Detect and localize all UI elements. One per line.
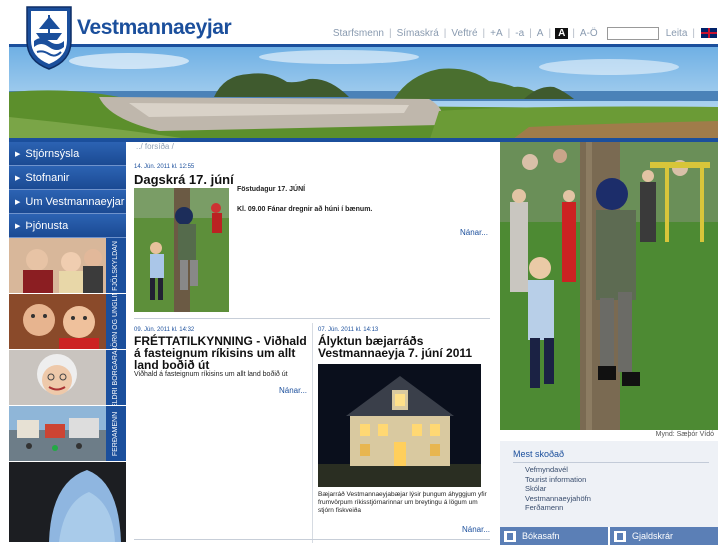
nav-item-label: Stofnanir: [25, 171, 70, 184]
nav-item-label: Þjónusta: [25, 219, 69, 232]
photo-caption: Mynd: Sæþór Vídó: [655, 431, 714, 438]
font-increase-link[interactable]: +A: [487, 28, 506, 39]
link-phonebook[interactable]: Símaskrá: [394, 28, 442, 39]
library-button[interactable]: Bókasafn: [500, 527, 608, 545]
divider: [134, 318, 490, 319]
article-title[interactable]: FRÉTTATILKYNNING - Viðhald á fasteignum …: [134, 335, 307, 371]
separator: |: [388, 27, 392, 39]
brand-name[interactable]: Vestmannaeyjar: [77, 16, 232, 40]
button-label: Gjaldskrár: [632, 531, 674, 541]
nav-item-stofnanir[interactable]: ▶ Stofnanir: [9, 166, 126, 190]
tile-family[interactable]: FJÖLSKYLDAN: [9, 238, 126, 294]
button-label: Bókasafn: [522, 531, 560, 541]
article-text: Bæjarráð Vestmannaeyjabæjar lýsir þungum…: [318, 491, 487, 514]
separator: |: [572, 27, 575, 39]
search-input[interactable]: [606, 26, 659, 40]
list-item[interactable]: Ferðamenn: [525, 503, 591, 513]
nav-item-thjonusta[interactable]: ▶ Þjónusta: [9, 214, 126, 238]
triangle-right-icon: ▶: [15, 198, 21, 206]
list-item[interactable]: Vestmannaeyjahöfn: [525, 494, 591, 504]
article-date: 14. Jún. 2011 kl. 12:55: [134, 164, 195, 170]
article-title[interactable]: Dagskrá 17. júní: [134, 172, 234, 187]
high-contrast-link[interactable]: A: [555, 27, 569, 39]
header: Vestmannaeyjar Starfsmenn | Símaskrá | V…: [0, 0, 727, 70]
breadcrumb[interactable]: ../ forsíða /: [136, 142, 174, 151]
nav-item-stjornsysla[interactable]: ▶ Stjórnsýsla: [9, 142, 126, 166]
tile-label: BÖRN OG UNGLINGAR: [112, 294, 119, 350]
triangle-right-icon: ▶: [15, 174, 21, 182]
triangle-right-icon: ▶: [15, 150, 21, 158]
divider: [513, 462, 709, 463]
main-content: ../ forsíða / 14. Jún. 2011 kl. 12:55 Da…: [133, 142, 493, 545]
search-button[interactable]: Leita: [663, 28, 691, 39]
article-text: Kl. 09.00 Fánar dregnir að húni í bænum.: [237, 206, 373, 213]
separator: |: [443, 27, 447, 39]
page: Vestmannaeyjar Starfsmenn | Símaskrá | V…: [0, 0, 727, 545]
tile-label: FERÐAMENN: [112, 411, 119, 456]
separator: |: [482, 27, 486, 39]
tile-label: FJÖLSKYLDAN: [112, 240, 119, 291]
link-sitemap[interactable]: Veftré: [448, 28, 480, 39]
read-more-link[interactable]: Nánar...: [279, 386, 307, 395]
article-image[interactable]: [134, 188, 229, 312]
divider: [134, 539, 490, 540]
font-decrease-link[interactable]: -a: [512, 28, 527, 39]
separator: |: [692, 27, 695, 39]
book-icon: [504, 530, 516, 542]
read-more-link[interactable]: Nánar...: [460, 228, 488, 237]
read-more-link[interactable]: Nánar...: [462, 525, 490, 534]
featured-photo: [500, 142, 718, 430]
article-text: Viðhald á fasteignum ríkisins um allt la…: [134, 371, 288, 378]
quick-buttons: Bókasafn Gjaldskrár: [500, 527, 718, 545]
article-image[interactable]: [318, 364, 481, 487]
list-item[interactable]: Skólar: [525, 484, 591, 494]
tariffs-button[interactable]: Gjaldskrár: [610, 527, 718, 545]
link-staff[interactable]: Starfsmenn: [330, 28, 387, 39]
cave-photo: [9, 462, 126, 542]
tile-children-youth[interactable]: BÖRN OG UNGLINGAR: [9, 294, 126, 350]
document-icon: [614, 530, 626, 542]
article-date: 09. Jún. 2011 kl. 14:32: [134, 327, 195, 333]
nav-item-label: Stjórnsýsla: [25, 147, 80, 160]
article-text: Föstudagur 17. JÚNÍ: [237, 186, 306, 193]
left-navigation: ▶ Stjórnsýsla ▶ Stofnanir ▶ Um Vestmanna…: [9, 142, 126, 542]
separator: |: [507, 27, 511, 39]
banner-image: [9, 44, 718, 139]
divider: [312, 323, 313, 543]
tile-seniors[interactable]: ELDRI BORGARAR: [9, 350, 126, 406]
link-a-to-z[interactable]: A-Ö: [577, 28, 601, 39]
most-viewed-box: Mest skoðað Vefmyndavél Tourist informat…: [500, 441, 718, 527]
coat-of-arms-logo[interactable]: [25, 5, 73, 71]
tile-label: ELDRI BORGARAR: [112, 350, 119, 406]
separator: |: [548, 27, 552, 39]
font-normal-link[interactable]: A: [534, 28, 547, 39]
separator: |: [529, 27, 532, 39]
list-item[interactable]: Tourist information: [525, 475, 591, 485]
tile-tourists[interactable]: FERÐAMENN: [9, 406, 126, 462]
article-title[interactable]: Ályktun bæjarráðs Vestmannaeyja 7. júní …: [318, 335, 493, 359]
most-viewed-title: Mest skoðað: [513, 449, 565, 459]
article-date: 07. Jún. 2011 kl. 14:13: [318, 327, 379, 333]
nav-item-label: Um Vestmannaeyjar: [25, 195, 125, 208]
most-viewed-list: Vefmyndavél Tourist information Skólar V…: [525, 465, 591, 513]
list-item[interactable]: Vefmyndavél: [525, 465, 591, 475]
triangle-right-icon: ▶: [15, 222, 21, 230]
top-links: Starfsmenn | Símaskrá | Veftré | +A | -a…: [330, 26, 717, 40]
nav-item-um-vestmannaeyjar[interactable]: ▶ Um Vestmannaeyjar: [9, 190, 126, 214]
english-flag-icon[interactable]: [701, 28, 717, 38]
